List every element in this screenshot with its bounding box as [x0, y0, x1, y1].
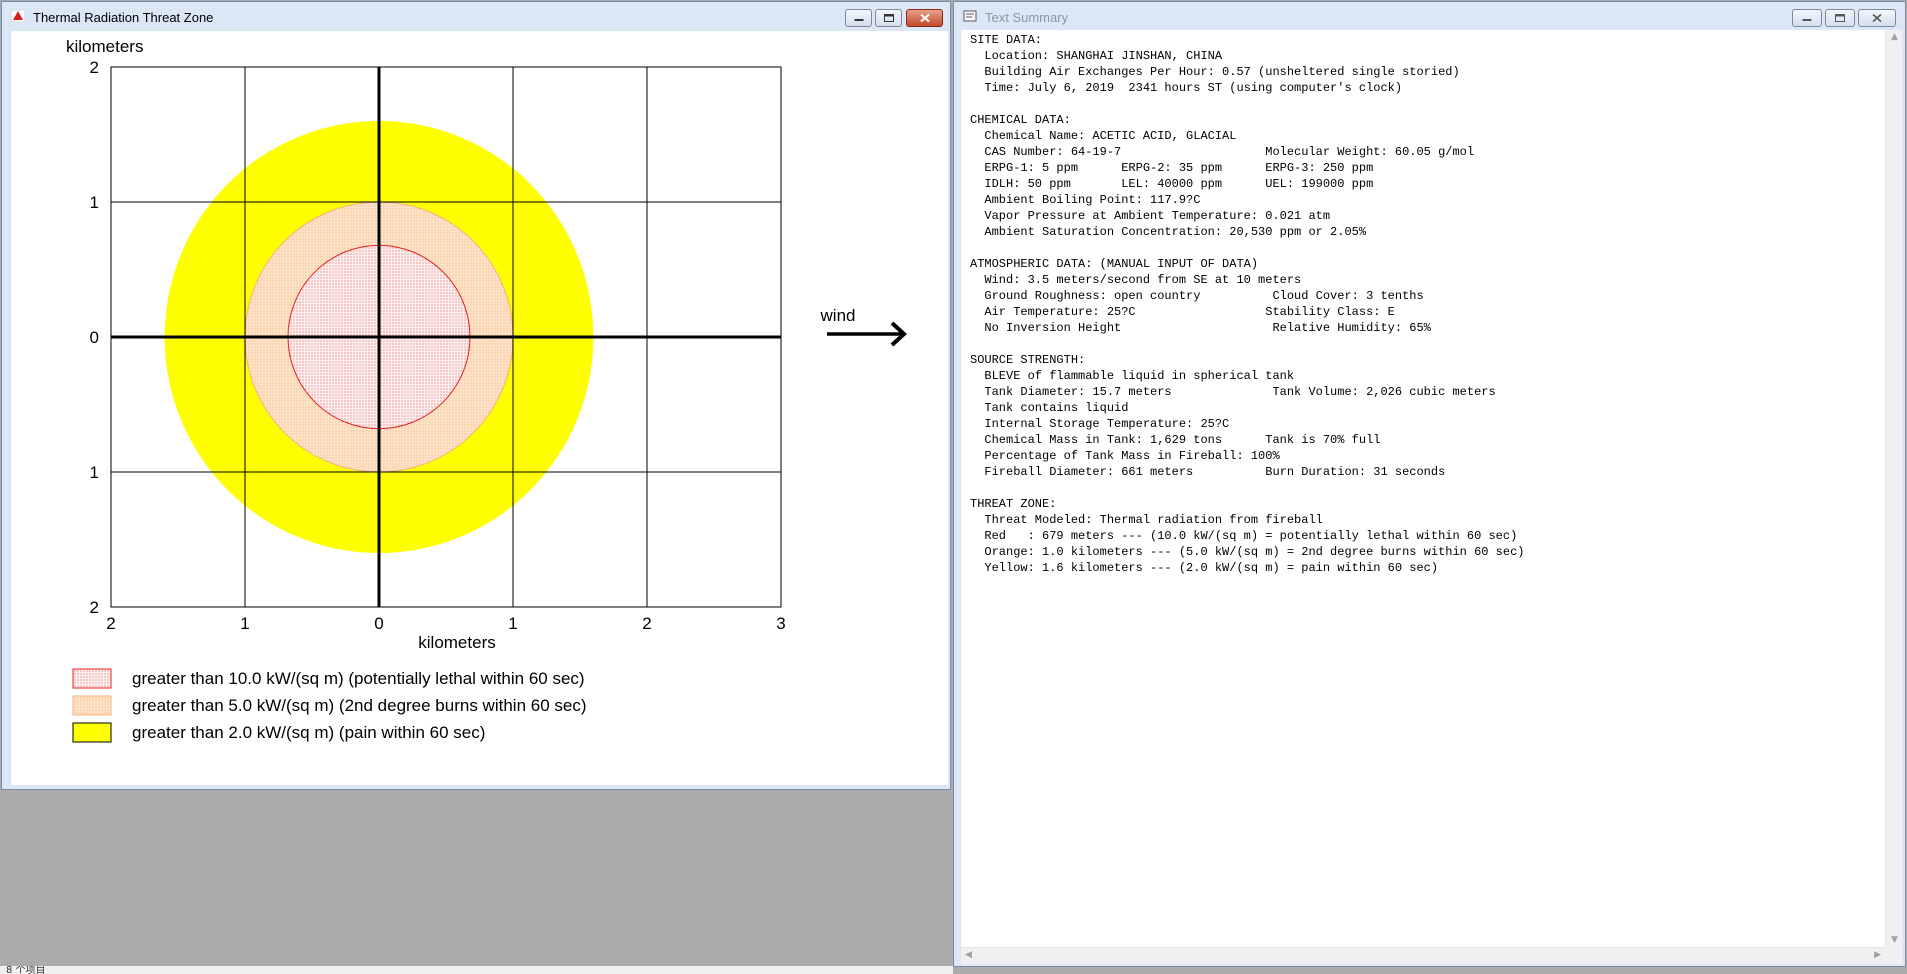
- vertical-scrollbar[interactable]: ▲ ▼: [1885, 30, 1902, 947]
- status-text: 8 个项目: [6, 966, 46, 974]
- summary-line: CHEMICAL DATA:: [970, 113, 1071, 127]
- minimize-button[interactable]: [845, 9, 872, 27]
- thermal-titlebar[interactable]: Thermal Radiation Threat Zone: [2, 2, 950, 31]
- legend-label: greater than 5.0 kW/(sq m) (2nd degree b…: [132, 696, 587, 715]
- summary-line: Location: SHANGHAI JINSHAN, CHINA: [970, 49, 1223, 63]
- y-axis-label: kilometers: [66, 37, 143, 56]
- summary-title: Text Summary: [985, 10, 1069, 25]
- summary-line: Ambient Saturation Concentration: 20,530…: [970, 225, 1367, 239]
- summary-text: SITE DATA: Location: SHANGHAI JINSHAN, C…: [970, 32, 1525, 576]
- close-icon: [919, 13, 930, 23]
- summary-line: Percentage of Tank Mass in Fireball: 100…: [970, 449, 1280, 463]
- legend-label: greater than 2.0 kW/(sq m) (pain within …: [132, 723, 485, 742]
- maximize-icon: [1835, 14, 1845, 22]
- summary-line: Fireball Diameter: 661 meters Burn Durat…: [970, 465, 1446, 479]
- summary-line: Building Air Exchanges Per Hour: 0.57 (u…: [970, 65, 1460, 79]
- status-bar: 8 个项目: [0, 966, 953, 974]
- summary-line: Ambient Boiling Point: 117.9?C: [970, 193, 1201, 207]
- summary-line: Chemical Mass in Tank: 1,629 tons Tank i…: [970, 433, 1381, 447]
- thermal-title: Thermal Radiation Threat Zone: [33, 10, 214, 25]
- summary-line: BLEVE of flammable liquid in spherical t…: [970, 369, 1295, 383]
- summary-line: Threat Modeled: Thermal radiation from f…: [970, 513, 1323, 527]
- summary-line: No Inversion Height Relative Humidity: 6…: [970, 321, 1431, 335]
- wind-arrow-icon: [827, 321, 907, 347]
- summary-minimize-button[interactable]: [1792, 9, 1822, 27]
- close-button[interactable]: [906, 9, 943, 27]
- thermal-window[interactable]: Thermal Radiation Threat Zone kilometers…: [1, 1, 951, 790]
- scroll-up-icon[interactable]: ▲: [1891, 32, 1898, 42]
- x-tick-label: 2: [106, 614, 115, 633]
- x-tick-label: 2: [642, 614, 651, 633]
- summary-line: THREAT ZONE:: [970, 497, 1057, 511]
- summary-line: Orange: 1.0 kilometers --- (5.0 kW/(sq m…: [970, 545, 1525, 559]
- summary-line: Time: July 6, 2019 2341 hours ST (using …: [970, 81, 1403, 95]
- summary-line: CAS Number: 64-19-7 Molecular Weight: 60…: [970, 145, 1475, 159]
- maximize-icon: [883, 14, 894, 22]
- summary-line: Tank contains liquid: [970, 401, 1129, 415]
- x-tick-label: 3: [776, 614, 785, 633]
- legend-swatch: [72, 695, 112, 716]
- summary-close-button[interactable]: [1858, 9, 1896, 27]
- summary-line: [970, 240, 1525, 256]
- maximize-button[interactable]: [875, 9, 902, 27]
- scrollbar-corner: [1885, 947, 1902, 964]
- summary-line: [970, 480, 1525, 496]
- x-tick-label: 1: [508, 614, 517, 633]
- summary-line: ATMOSPHERIC DATA: (MANUAL INPUT OF DATA): [970, 257, 1259, 271]
- summary-line: SOURCE STRENGTH:: [970, 353, 1086, 367]
- x-tick-label: 0: [374, 614, 383, 633]
- y-tick-label: 1: [90, 193, 99, 212]
- summary-line: Tank Diameter: 15.7 meters Tank Volume: …: [970, 385, 1496, 399]
- app-icon: [11, 10, 25, 22]
- y-tick-label: 2: [90, 58, 99, 77]
- scroll-down-icon[interactable]: ▼: [1891, 935, 1898, 945]
- summary-window[interactable]: Text Summary SITE DATA: Location: SHANGH…: [953, 1, 1906, 967]
- summary-line: Wind: 3.5 meters/second from SE at 10 me…: [970, 273, 1302, 287]
- summary-line: IDLH: 50 ppm LEL: 40000 ppm UEL: 199000 …: [970, 177, 1374, 191]
- x-axis-label: kilometers: [418, 633, 495, 652]
- y-tick-label: 0: [90, 328, 99, 347]
- summary-maximize-button[interactable]: [1825, 9, 1855, 27]
- close-icon: [1872, 13, 1882, 23]
- summary-line: SITE DATA:: [970, 33, 1043, 47]
- wind-label: wind: [820, 306, 856, 325]
- document-icon: [963, 10, 977, 22]
- threat-zone-plot: kilometers kilometers 21012 210123 wind …: [66, 37, 907, 743]
- summary-line: Vapor Pressure at Ambient Temperature: 0…: [970, 209, 1331, 223]
- scroll-left-icon[interactable]: ◀: [965, 950, 972, 960]
- summary-line: Air Temperature: 25?C Stability Class: E: [970, 305, 1395, 319]
- minimize-icon: [1802, 19, 1812, 21]
- y-tick-label: 2: [90, 598, 99, 617]
- legend-swatch: [72, 668, 112, 689]
- y-tick-label: 1: [90, 463, 99, 482]
- legend-swatch: [72, 722, 112, 743]
- horizontal-scrollbar[interactable]: ◀ ▶: [961, 947, 1885, 964]
- summary-line: [970, 96, 1525, 112]
- scroll-right-icon[interactable]: ▶: [1874, 950, 1881, 960]
- summary-line: [970, 336, 1525, 352]
- summary-line: Chemical Name: ACETIC ACID, GLACIAL: [970, 129, 1237, 143]
- summary-line: Yellow: 1.6 kilometers --- (2.0 kW/(sq m…: [970, 561, 1439, 575]
- minimize-icon: [854, 19, 863, 21]
- x-tick-label: 1: [240, 614, 249, 633]
- summary-line: Internal Storage Temperature: 25?C: [970, 417, 1230, 431]
- legend-label: greater than 10.0 kW/(sq m) (potentially…: [132, 669, 585, 688]
- thermal-client-area: kilometers kilometers 21012 210123 wind …: [11, 31, 948, 785]
- summary-line: Red : 679 meters --- (10.0 kW/(sq m) = p…: [970, 529, 1518, 543]
- summary-titlebar[interactable]: Text Summary: [954, 2, 1905, 31]
- summary-client-area[interactable]: SITE DATA: Location: SHANGHAI JINSHAN, C…: [961, 30, 1902, 964]
- summary-line: Ground Roughness: open country Cloud Cov…: [970, 289, 1424, 303]
- summary-line: ERPG-1: 5 ppm ERPG-2: 35 ppm ERPG-3: 250…: [970, 161, 1374, 175]
